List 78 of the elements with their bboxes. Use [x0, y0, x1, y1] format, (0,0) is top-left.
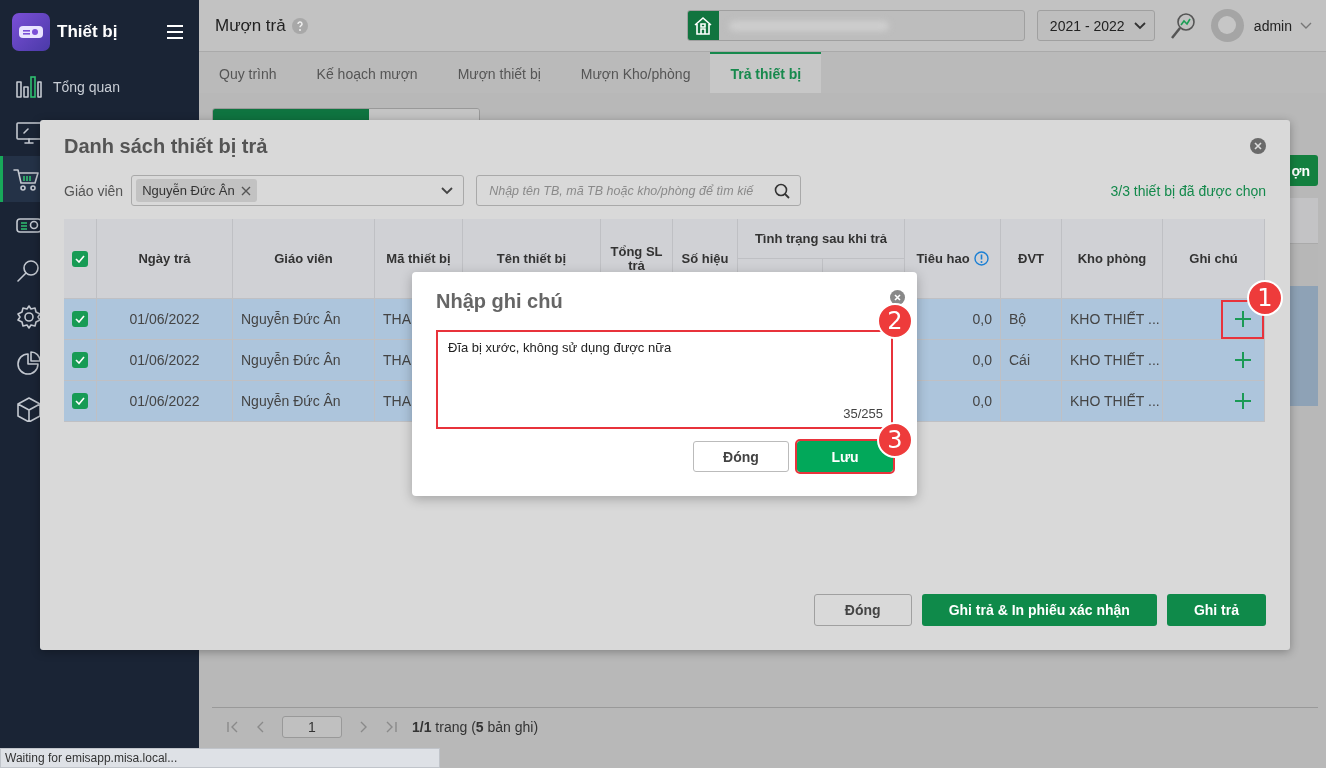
school-field[interactable] — [686, 10, 1025, 41]
table-cell: 0,0 — [972, 311, 992, 327]
table-cell: 01/06/2022 — [129, 393, 200, 409]
plus-icon — [1233, 310, 1252, 328]
table-cell: 01/06/2022 — [129, 352, 200, 368]
teacher-select[interactable]: Nguyễn Đức Ân — [131, 175, 465, 206]
close-button[interactable]: Đóng — [813, 594, 912, 626]
table-cell: Bộ — [1009, 311, 1027, 327]
year-select[interactable]: 2021 - 2022 — [1036, 10, 1155, 41]
column-header: Ngày trả — [97, 219, 233, 299]
check-icon — [75, 397, 85, 405]
app-title: Thiết bị — [57, 22, 119, 42]
character-counter: 35/255 — [843, 406, 883, 421]
table-cell: 0,0 — [972, 393, 992, 409]
sidebar-item[interactable] — [0, 156, 40, 202]
table-cell: Nguyễn Đức Ân — [241, 393, 341, 409]
bar-chart-icon — [15, 74, 43, 100]
help-icon — [291, 17, 308, 34]
plus-icon — [1233, 351, 1252, 369]
table-cell: KHO THIẾT ... — [1070, 393, 1160, 409]
chevron-down-icon — [441, 186, 454, 195]
selection-count: 3/3 thiết bị đã được chọn — [1110, 182, 1266, 199]
column-header: Tình trạng sau khi trả — [738, 219, 905, 259]
check-icon — [75, 315, 85, 323]
tab[interactable]: Quy trình — [199, 52, 297, 93]
page-title: Mượn trả — [215, 15, 286, 36]
table-cell: THA — [383, 311, 411, 327]
pie-chart-icon — [15, 350, 43, 376]
table-cell: 01/06/2022 — [129, 311, 200, 327]
save-button[interactable]: Ghi trả & In phiếu xác nhận — [921, 594, 1157, 626]
table-cell: THA — [383, 352, 411, 368]
save-button[interactable]: Ghi trả — [1166, 594, 1266, 626]
cube-icon — [15, 396, 43, 422]
close-button[interactable]: Đóng — [693, 441, 789, 472]
teacher-chip: Nguyễn Đức Ân — [136, 179, 257, 202]
column-header: Tiêu hao — [916, 251, 970, 266]
checkbox[interactable] — [72, 311, 88, 327]
checkbox[interactable] — [72, 393, 88, 409]
table-cell: THA — [383, 393, 411, 409]
column-header: Giáo viên — [233, 219, 375, 299]
table-cell: Cái — [1009, 352, 1030, 368]
monitor-icon — [15, 120, 43, 146]
table-cell: 0,0 — [972, 352, 992, 368]
tab[interactable]: Kế hoạch mượn — [296, 52, 438, 93]
user-name[interactable]: admin — [1253, 17, 1292, 34]
check-icon — [75, 254, 85, 263]
tab[interactable]: Trả thiết bị — [710, 52, 822, 93]
table-cell: KHO THIẾT ... — [1070, 352, 1160, 368]
cart-icon — [12, 166, 40, 192]
table-cell: Nguyễn Đức Ân — [241, 311, 341, 327]
gear-icon — [15, 304, 43, 330]
checkbox[interactable] — [72, 352, 88, 368]
plus-icon — [1233, 392, 1252, 410]
tab[interactable]: Mượn thiết bị — [437, 52, 561, 93]
page-summary: 1/1 trang (5 bản ghi) — [412, 719, 539, 735]
tab[interactable]: Mượn Kho/phòng — [560, 52, 711, 93]
info-icon — [973, 251, 989, 266]
menu-icon[interactable] — [166, 24, 184, 40]
table-cell: Nguyễn Đức Ân — [241, 352, 341, 368]
close-icon[interactable] — [1250, 138, 1266, 154]
sidebar-item[interactable]: Tổng quan — [0, 64, 199, 110]
projector-icon — [18, 23, 44, 41]
status-text: Waiting for emisapp.misa.local... — [5, 751, 178, 765]
chevron-down-icon — [1133, 21, 1146, 30]
close-icon[interactable] — [890, 289, 905, 305]
search-icon — [774, 182, 791, 199]
column-header: ĐVT — [1001, 219, 1062, 299]
page-field[interactable]: 1 — [282, 716, 342, 738]
table-cell: KHO THIẾT ... — [1070, 311, 1160, 327]
check-icon — [75, 356, 85, 364]
remove-icon[interactable] — [240, 185, 251, 196]
field-label: Giáo viên — [64, 182, 124, 199]
dialog-title: Danh sách thiết bị trả — [64, 134, 268, 158]
column-header: Kho phòng — [1062, 219, 1163, 299]
analytics-search-icon[interactable] — [1169, 11, 1196, 40]
home-icon — [693, 15, 714, 36]
chevron-down-icon[interactable] — [1300, 21, 1312, 30]
checkbox[interactable] — [72, 250, 88, 267]
